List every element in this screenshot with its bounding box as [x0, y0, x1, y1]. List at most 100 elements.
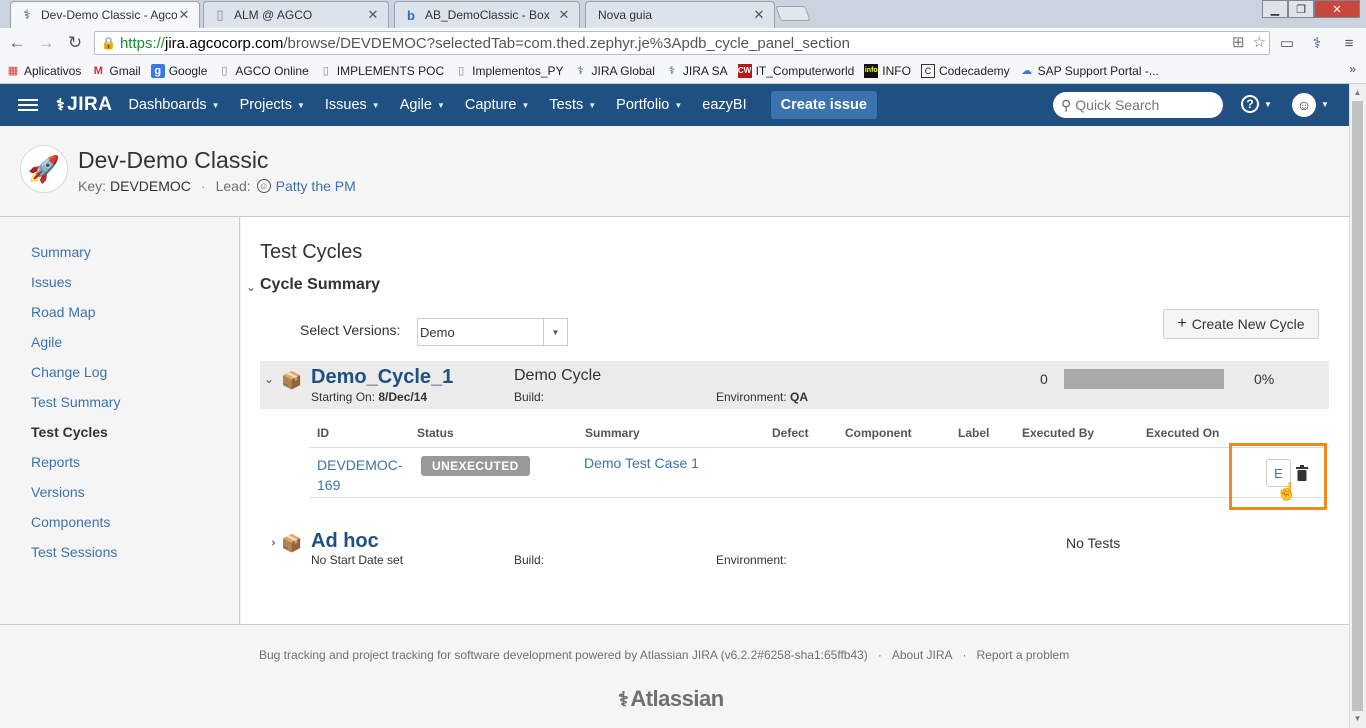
sidebar-item-issues[interactable]: Issues	[31, 274, 71, 290]
new-tab-button[interactable]	[775, 6, 811, 21]
page-icon: ▯	[322, 65, 329, 77]
back-arrow-icon[interactable]: ←	[6, 33, 28, 53]
bookmark-jira-global[interactable]: ⚕ JIRA Global	[574, 64, 655, 78]
bookmark-info[interactable]: info INFO	[864, 63, 911, 78]
browser-tab-box[interactable]: b AB_DemoClassic - Box ✕	[394, 1, 580, 28]
menu-eazybi[interactable]: eazyBI	[702, 97, 746, 113]
project-lead-link[interactable]: Patty the PM	[276, 178, 356, 194]
bookmark-it-computerworld[interactable]: CW IT_Computerworld	[737, 63, 854, 78]
bookmark-implementos-py[interactable]: ▯ Implementos_PY	[454, 64, 563, 78]
cw-icon: CW	[737, 63, 752, 78]
sidebar-item-versions[interactable]: Versions	[31, 484, 85, 500]
key-label: Key:	[78, 178, 107, 194]
bookmark-google[interactable]: g Google	[150, 63, 207, 78]
trash-icon[interactable]	[1296, 465, 1308, 481]
forward-arrow-icon[interactable]: →	[35, 33, 57, 53]
bookmark-sap[interactable]: ☁ SAP Support Portal -...	[1020, 64, 1159, 78]
sidebar-item-road-map[interactable]: Road Map	[31, 304, 96, 320]
bookmarks-more[interactable]: »	[1349, 62, 1356, 76]
version-select[interactable]: Demo ▼	[417, 318, 568, 346]
bookmark-codecademy[interactable]: C Codecademy	[920, 63, 1010, 78]
sidebar-item-test-summary[interactable]: Test Summary	[31, 394, 120, 410]
bookmark-gmail[interactable]: M Gmail	[91, 64, 141, 78]
browser-tab-dev-demo[interactable]: ⚕ Dev-Demo Classic - Agco ✕	[10, 1, 200, 28]
chevron-down-icon: ▼	[296, 100, 305, 110]
chevron-down-icon[interactable]: ⌄	[264, 372, 274, 386]
sidebar-item-change-log[interactable]: Change Log	[31, 364, 107, 380]
reload-icon[interactable]: ↻	[64, 33, 86, 53]
bookmark-apps[interactable]: ▦ Aplicativos	[6, 64, 82, 78]
sidebar-item-agile[interactable]: Agile	[31, 334, 62, 350]
scroll-down-icon[interactable]: ▼	[1352, 714, 1363, 723]
address-bar[interactable]: 🔒 https:// jira.agcocorp.com /browse/DEV…	[94, 31, 1270, 55]
chevron-down-icon: ▼	[543, 319, 567, 345]
chevron-down-icon[interactable]: ⌄	[246, 280, 256, 294]
about-jira-link[interactable]: About JIRA	[892, 648, 953, 662]
close-icon[interactable]: ✕	[177, 7, 191, 23]
create-new-cycle-button[interactable]: + Create New Cycle	[1163, 309, 1319, 339]
minimize-icon[interactable]: ▁	[1262, 0, 1288, 18]
chevron-right-icon[interactable]: ⌄	[264, 538, 278, 548]
help-menu[interactable]: ? ▼	[1241, 95, 1272, 113]
status-badge[interactable]: UNEXECUTED	[421, 456, 530, 476]
column-header-label: Label	[958, 426, 990, 440]
sidebar-item-summary[interactable]: Summary	[31, 244, 91, 260]
menu-label: eazyBI	[702, 97, 747, 113]
column-header-defect: Defect	[772, 426, 809, 440]
jira-logo[interactable]: ⚕ JIRA	[56, 94, 112, 116]
menu-projects[interactable]: Projects ▼	[240, 97, 305, 113]
cycle-name[interactable]: Demo_Cycle_1	[311, 366, 453, 389]
menu-issues[interactable]: Issues ▼	[325, 97, 380, 113]
main-content	[241, 217, 1349, 624]
hamburger-menu-icon[interactable]	[18, 99, 38, 111]
window-close-icon[interactable]: ✕	[1314, 0, 1360, 18]
menu-capture[interactable]: Capture ▼	[465, 97, 530, 113]
omnibox-icons: ⊞ ☆	[1232, 33, 1266, 51]
bookmark-implements-poc[interactable]: ▯ IMPLEMENTS POC	[319, 64, 444, 78]
maximize-icon[interactable]: ❐	[1288, 0, 1314, 18]
separator: ·	[877, 648, 882, 662]
browser-tab-nova-guia[interactable]: Nova guia ✕	[585, 1, 775, 28]
sidebar-item-reports[interactable]: Reports	[31, 454, 80, 470]
bookmark-jira-sa[interactable]: ⚕ JIRA SA	[665, 64, 728, 78]
url-path: /browse/DEVDEMOC?selectedTab=com.thed.ze…	[283, 34, 850, 52]
browser-tab-alm[interactable]: ▯ ALM @ AGCO ✕	[203, 1, 389, 28]
column-header-status: Status	[417, 426, 454, 440]
create-issue-button[interactable]: Create issue	[770, 91, 877, 119]
cycle-start: Starting On: 8/Dec/14	[311, 390, 427, 404]
user-avatar[interactable]: ☺	[1292, 93, 1316, 117]
menu-agile[interactable]: Agile ▼	[400, 97, 445, 113]
chevron-down-icon[interactable]: ▼	[1321, 100, 1329, 109]
sidebar-item-components[interactable]: Components	[31, 514, 110, 530]
star-icon[interactable]: ☆	[1253, 33, 1266, 51]
chrome-menu-icon[interactable]: ≡	[1338, 33, 1360, 53]
execution-id-link[interactable]: DEVDEMOC- 169	[317, 455, 407, 495]
rocket-icon[interactable]: 🚀	[20, 145, 68, 193]
report-problem-link[interactable]: Report a problem	[977, 648, 1070, 662]
sidebar-item-test-sessions[interactable]: Test Sessions	[31, 544, 117, 560]
cycle-summary-heading[interactable]: Cycle Summary	[260, 276, 380, 294]
menu-dashboards[interactable]: Dashboards ▼	[128, 97, 219, 113]
scrollbar-thumb[interactable]	[1352, 101, 1363, 711]
menu-portfolio[interactable]: Portfolio ▼	[616, 97, 682, 113]
atlassian-logo[interactable]: ⚕ Atlassian	[618, 686, 724, 712]
quick-search-input[interactable]: ⚲ Quick Search	[1053, 92, 1223, 118]
sidebar-item-test-cycles[interactable]: Test Cycles	[31, 424, 108, 440]
jira-extension-icon[interactable]: ⚕	[1306, 33, 1328, 53]
translate-icon[interactable]: ⊞	[1232, 33, 1245, 51]
cycle-build-label: Build:	[514, 390, 545, 404]
project-title[interactable]: Dev-Demo Classic	[78, 147, 268, 174]
chevron-down-icon: ▼	[436, 100, 445, 110]
close-icon[interactable]: ✕	[366, 7, 380, 23]
close-icon[interactable]: ✕	[752, 7, 766, 23]
close-icon[interactable]: ✕	[557, 7, 571, 23]
test-summary-link[interactable]: Demo Test Case 1	[584, 455, 699, 471]
cycle-name[interactable]: Ad hoc	[311, 530, 379, 553]
footer-powered-by: Bug tracking and project tracking for so…	[259, 648, 868, 662]
chevron-down-icon: ▼	[211, 100, 220, 110]
chevron-down-icon: ▼	[674, 100, 683, 110]
cast-icon[interactable]: ▭	[1276, 33, 1298, 53]
bookmark-agco-online[interactable]: ▯ AGCO Online	[217, 64, 308, 78]
scroll-up-icon[interactable]: ▲	[1352, 88, 1363, 97]
menu-tests[interactable]: Tests ▼	[549, 97, 596, 113]
